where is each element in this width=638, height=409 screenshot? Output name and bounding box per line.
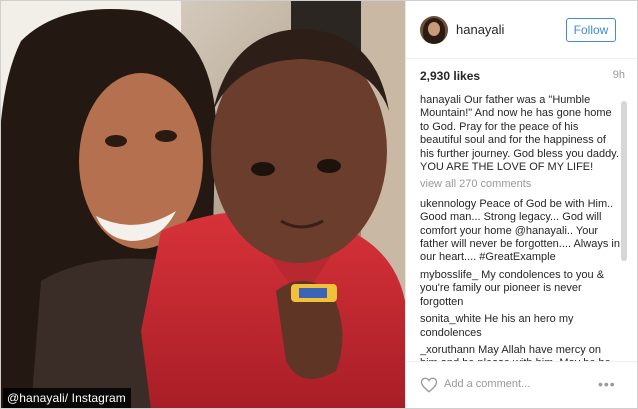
photo-illustration	[1, 1, 405, 408]
comment-item: mybosslife_ My condolences to you & you'…	[420, 269, 620, 309]
comment-username[interactable]: _xoruthann	[420, 344, 475, 356]
post-photo[interactable]: @hanayali/ Instagram	[1, 1, 405, 408]
comments-scrollbar[interactable]	[621, 101, 627, 261]
likes-row: 2,930 likes 9h	[420, 69, 625, 83]
heart-icon[interactable]	[420, 376, 438, 394]
username-link[interactable]: hanayali	[456, 22, 504, 37]
comment-username[interactable]: mybosslife_	[420, 269, 478, 281]
photo-watermark: @hanayali/ Instagram	[3, 388, 131, 408]
post-header: hanayali Follow	[406, 1, 637, 59]
post-side-panel: hanayali Follow 2,930 likes 9h hanayali …	[405, 1, 637, 408]
post-footer: Add a comment... •••	[406, 361, 637, 408]
comment-item: _xoruthann May Allah have mercy on him a…	[420, 344, 620, 361]
comment-item: sonita_white He his an hero my condolenc…	[420, 313, 620, 340]
comment-username[interactable]: ukennology	[420, 198, 476, 210]
caption-username[interactable]: hanayali	[420, 94, 461, 106]
post-age: 9h	[612, 69, 625, 81]
add-comment-input[interactable]: Add a comment...	[444, 378, 530, 390]
instagram-post: @hanayali/ Instagram hanayali Follow 2,9…	[0, 0, 638, 409]
likes-count[interactable]: 2,930 likes	[420, 69, 480, 83]
comment-item: ukennology Peace of God be with Him.. Go…	[420, 198, 620, 265]
follow-button[interactable]: Follow	[566, 18, 616, 42]
avatar-face	[428, 22, 440, 36]
view-all-comments-link[interactable]: view all 270 comments	[420, 178, 620, 191]
caption: hanayali Our father was a "Humble Mounta…	[420, 94, 620, 174]
more-options-icon[interactable]: •••	[598, 376, 616, 392]
comments-list[interactable]: hanayali Our father was a "Humble Mounta…	[420, 94, 620, 361]
comment-username[interactable]: sonita_white	[420, 313, 481, 325]
avatar[interactable]	[420, 16, 448, 44]
